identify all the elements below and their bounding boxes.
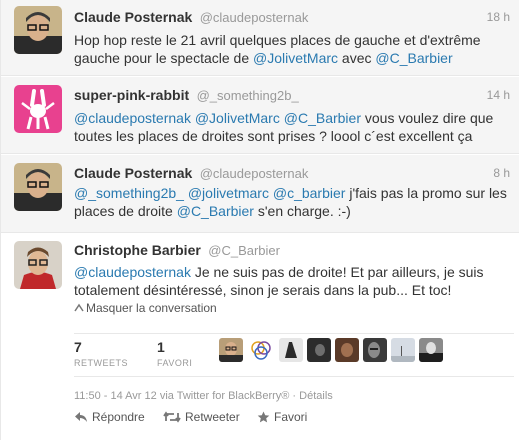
hide-conversation-link[interactable]: Masquer la conversation <box>74 301 217 315</box>
tweet-text-line: gauche pour le spectacle de @JolivetMarc… <box>74 49 514 67</box>
mention-link[interactable]: @claudeposternak <box>74 264 191 280</box>
tweet-details-link[interactable]: Détails <box>299 390 333 402</box>
tweet-fullname[interactable]: Claude Posternak <box>74 9 192 25</box>
tweet-fullname[interactable]: Claude Posternak <box>74 165 192 181</box>
tweet[interactable]: Claude Posternak @claudeposternak 18 h H… <box>1 0 519 76</box>
text-segment: s'en charge. :-) <box>253 203 351 219</box>
mention-link[interactable]: @C_Barbier <box>284 110 361 126</box>
retweet-button[interactable]: Retweeter <box>163 410 240 424</box>
tweet-text-line: toutes les places de droites sont prises… <box>74 127 514 145</box>
mention-link[interactable]: @claudeposternak <box>74 110 191 126</box>
text-segment: j'fais pas la promo sur les <box>345 185 507 201</box>
retweeter-avatar[interactable] <box>249 338 273 362</box>
mention-link[interactable]: @C_Barbier <box>177 203 254 219</box>
retweeter-avatar[interactable] <box>279 338 303 362</box>
tweet-text: Hop hop reste le 21 avril quelques place… <box>74 31 514 67</box>
reply-button[interactable]: Répondre <box>74 410 145 424</box>
avatar[interactable] <box>14 6 62 54</box>
text-segment: Hop hop reste le 21 avril quelques place… <box>74 32 481 48</box>
reply-icon <box>75 412 87 422</box>
tweet-text: @claudeposternak Je ne suis pas de droit… <box>74 263 514 299</box>
star-icon <box>257 411 270 423</box>
tweet-metadata: 11:50 - 14 Avr 12 via Twitter for BlackB… <box>74 390 333 402</box>
tweet-fullname[interactable]: Christophe Barbier <box>74 242 201 258</box>
tweet[interactable]: super-pink-rabbit @_something2b_ 14 h @c… <box>1 77 519 154</box>
tweet-source[interactable]: via Twitter for BlackBerry® <box>160 390 290 402</box>
tweet-datetime[interactable]: 11:50 - 14 Avr 12 <box>74 390 157 402</box>
favorites-count: 1 <box>157 339 165 355</box>
mention-link[interactable]: @JolivetMarc <box>253 50 338 66</box>
tweet-text: @_something2b_ @jolivetmarc @c_barbier j… <box>74 184 514 220</box>
retweets-label: RETWEETS <box>74 358 129 368</box>
avatar[interactable] <box>14 163 62 211</box>
text-segment: vous voulez dire que <box>361 110 494 126</box>
retweeter-avatar[interactable] <box>219 338 243 362</box>
tweet-text-line: @claudeposternak @JolivetMarc @C_Barbier… <box>74 109 514 127</box>
retweet-icon <box>163 411 181 423</box>
text-segment: toutes les places de droites sont prises… <box>74 128 473 144</box>
tweet-username[interactable]: @claudeposternak <box>200 166 309 181</box>
favorite-button[interactable]: Favori <box>257 410 307 424</box>
tweet-text: @claudeposternak @JolivetMarc @C_Barbier… <box>74 109 514 145</box>
mention-link[interactable]: @jolivetmarc <box>188 185 269 201</box>
conversation-thread: Claude Posternak @claudeposternak 18 h H… <box>0 0 519 440</box>
retweeter-avatar[interactable] <box>419 338 443 362</box>
avatar[interactable] <box>14 241 62 289</box>
tweet-username[interactable]: @C_Barbier <box>208 243 280 258</box>
retweets-count: 7 <box>74 339 82 355</box>
tweet-timestamp[interactable]: 8 h <box>493 166 510 180</box>
tweet-timestamp[interactable]: 18 h <box>487 10 510 24</box>
mention-link[interactable]: @c_barbier <box>273 185 346 201</box>
mention-link[interactable]: @JolivetMarc <box>195 110 280 126</box>
favorites-stat[interactable]: 1 FAVORI <box>157 339 192 368</box>
tweet[interactable]: Claude Posternak @claudeposternak 8 h @_… <box>1 155 519 233</box>
retweet-label: Retweeter <box>185 410 240 424</box>
retweeter-avatar[interactable] <box>307 338 331 362</box>
tweet-text-line: Hop hop reste le 21 avril quelques place… <box>74 31 514 49</box>
tweet-username[interactable]: @_something2b_ <box>197 88 299 103</box>
retweeter-avatar[interactable] <box>363 338 387 362</box>
text-segment: gauche pour le spectacle de <box>74 50 254 66</box>
favorite-label: Favori <box>274 410 308 424</box>
retweeter-avatar[interactable] <box>391 338 415 362</box>
hide-conversation-label: Masquer la conversation <box>86 301 217 315</box>
tweet-username[interactable]: @claudeposternak <box>200 10 309 25</box>
favorites-label: FAVORI <box>157 358 193 368</box>
mention-link[interactable]: @_something2b_ <box>74 185 184 201</box>
tweet-timestamp[interactable]: 14 h <box>487 88 510 102</box>
tweet-text-line: places de droite @C_Barbier s'en charge.… <box>74 202 514 220</box>
retweets-stat[interactable]: 7 RETWEETS <box>74 339 128 368</box>
tweet-text-line: totalement désintéressé, sinon je serais… <box>74 281 514 299</box>
tweet-fullname[interactable]: super-pink-rabbit <box>74 87 189 103</box>
avatar[interactable] <box>14 85 62 133</box>
caret-icon <box>74 303 84 312</box>
tweet-text-line: @claudeposternak Je ne suis pas de droit… <box>74 263 514 281</box>
reply-label: Répondre <box>92 410 145 424</box>
text-segment: avec <box>338 50 376 66</box>
text-segment: totalement désintéressé, sinon je serais… <box>74 282 452 298</box>
mention-link[interactable]: @C_Barbier <box>375 50 452 66</box>
text-segment: places de droite <box>74 203 177 219</box>
text-segment: Je ne suis pas de droite! Et par ailleur… <box>190 264 484 280</box>
retweeter-avatar[interactable] <box>335 338 359 362</box>
tweet-text-line: @_something2b_ @jolivetmarc @c_barbier j… <box>74 184 514 202</box>
